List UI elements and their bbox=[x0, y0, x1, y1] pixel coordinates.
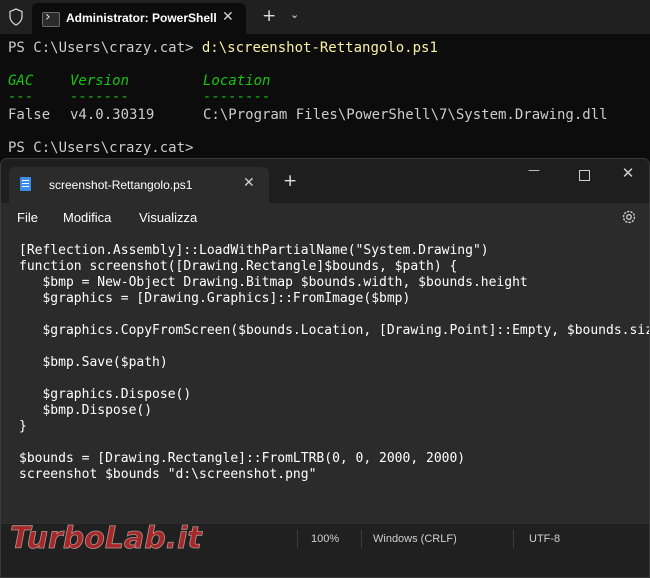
code-line: [Reflection.Assembly]::LoadWithPartialNa… bbox=[19, 243, 489, 258]
code-line: $graphics.Dispose() bbox=[19, 387, 192, 402]
menu-view[interactable]: Visualizza bbox=[139, 210, 197, 225]
terminal-tab-bar: Administrator: PowerShell ✕ + ⌄ bbox=[0, 0, 650, 34]
notepad-window: screenshot-Rettangolo.ps1 ✕ + — ✕ File M… bbox=[0, 158, 650, 578]
notepad-titlebar: screenshot-Rettangolo.ps1 ✕ + — ✕ bbox=[1, 159, 649, 203]
new-tab-button[interactable]: + bbox=[262, 6, 276, 26]
turbolab-watermark-logo: TurboLab.it bbox=[10, 521, 204, 557]
row-location: C:\Program Files\PowerShell\7\System.Dra… bbox=[203, 107, 608, 123]
status-line-ending[interactable]: Windows (CRLF) bbox=[373, 533, 457, 545]
close-icon[interactable]: ✕ bbox=[222, 9, 234, 25]
maximize-icon bbox=[578, 170, 590, 181]
menu-bar: File Modifica Visualizza bbox=[1, 203, 649, 233]
powershell-icon bbox=[42, 9, 60, 27]
code-line: screenshot $bounds "d:\screenshot.png" bbox=[19, 467, 317, 482]
row-version: v4.0.30319 bbox=[70, 107, 155, 123]
code-line: function screenshot([Drawing.Rectangle]$… bbox=[19, 259, 458, 274]
code-line: $bmp.Save($path) bbox=[19, 355, 168, 370]
code-line: $bmp = New-Object Drawing.Bitmap $bounds… bbox=[19, 275, 528, 290]
document-icon bbox=[20, 177, 31, 191]
underline-location: -------- bbox=[203, 89, 271, 105]
command-text: d:\screenshot-Rettangolo.ps1 bbox=[201, 40, 438, 56]
notepad-tab[interactable]: screenshot-Rettangolo.ps1 ✕ bbox=[9, 167, 269, 203]
row-gac: False bbox=[8, 107, 51, 123]
status-divider bbox=[297, 530, 298, 548]
status-zoom[interactable]: 100% bbox=[311, 533, 339, 545]
header-location: Location bbox=[203, 73, 271, 89]
prompt: PS C:\Users\crazy.cat> bbox=[8, 40, 202, 56]
code-line: $graphics.CopyFromScreen($bounds.Locatio… bbox=[19, 323, 650, 338]
watermark-text: TurboLab.it bbox=[10, 521, 203, 556]
underline-gac: --- bbox=[8, 89, 34, 105]
status-divider bbox=[361, 530, 362, 548]
gear-icon[interactable] bbox=[620, 208, 638, 226]
chevron-down-icon[interactable]: ⌄ bbox=[290, 8, 299, 21]
header-version: Version bbox=[70, 73, 130, 89]
menu-edit[interactable]: Modifica bbox=[63, 210, 111, 225]
close-icon[interactable]: ✕ bbox=[243, 175, 255, 191]
minimize-button[interactable]: — bbox=[519, 163, 549, 185]
terminal-line-command: PS C:\Users\crazy.cat> d:\screenshot-Ret… bbox=[8, 40, 438, 56]
status-encoding[interactable]: UTF-8 bbox=[529, 533, 560, 545]
code-line: $graphics = [Drawing.Graphics]::FromImag… bbox=[19, 291, 411, 306]
notepad-tab-title: screenshot-Rettangolo.ps1 bbox=[49, 178, 193, 192]
header-gac: GAC bbox=[8, 73, 34, 89]
text-editor[interactable]: [Reflection.Assembly]::LoadWithPartialNa… bbox=[1, 233, 649, 523]
shield-icon bbox=[9, 8, 23, 26]
new-tab-button[interactable]: + bbox=[283, 171, 297, 191]
code-line: $bounds = [Drawing.Rectangle]::FromLTRB(… bbox=[19, 451, 466, 466]
underline-version: ------- bbox=[70, 89, 130, 105]
code-line: $bmp.Dispose() bbox=[19, 403, 153, 418]
terminal-tab-powershell[interactable]: Administrator: PowerShell ✕ bbox=[32, 3, 246, 34]
terminal-last-prompt: PS C:\Users\crazy.cat> bbox=[8, 140, 194, 156]
maximize-button[interactable] bbox=[569, 163, 599, 185]
status-divider bbox=[513, 530, 514, 548]
code-line: } bbox=[19, 419, 27, 434]
terminal-tab-title: Administrator: PowerShell bbox=[66, 11, 217, 25]
close-window-button[interactable]: ✕ bbox=[613, 164, 643, 186]
menu-file[interactable]: File bbox=[17, 210, 38, 225]
